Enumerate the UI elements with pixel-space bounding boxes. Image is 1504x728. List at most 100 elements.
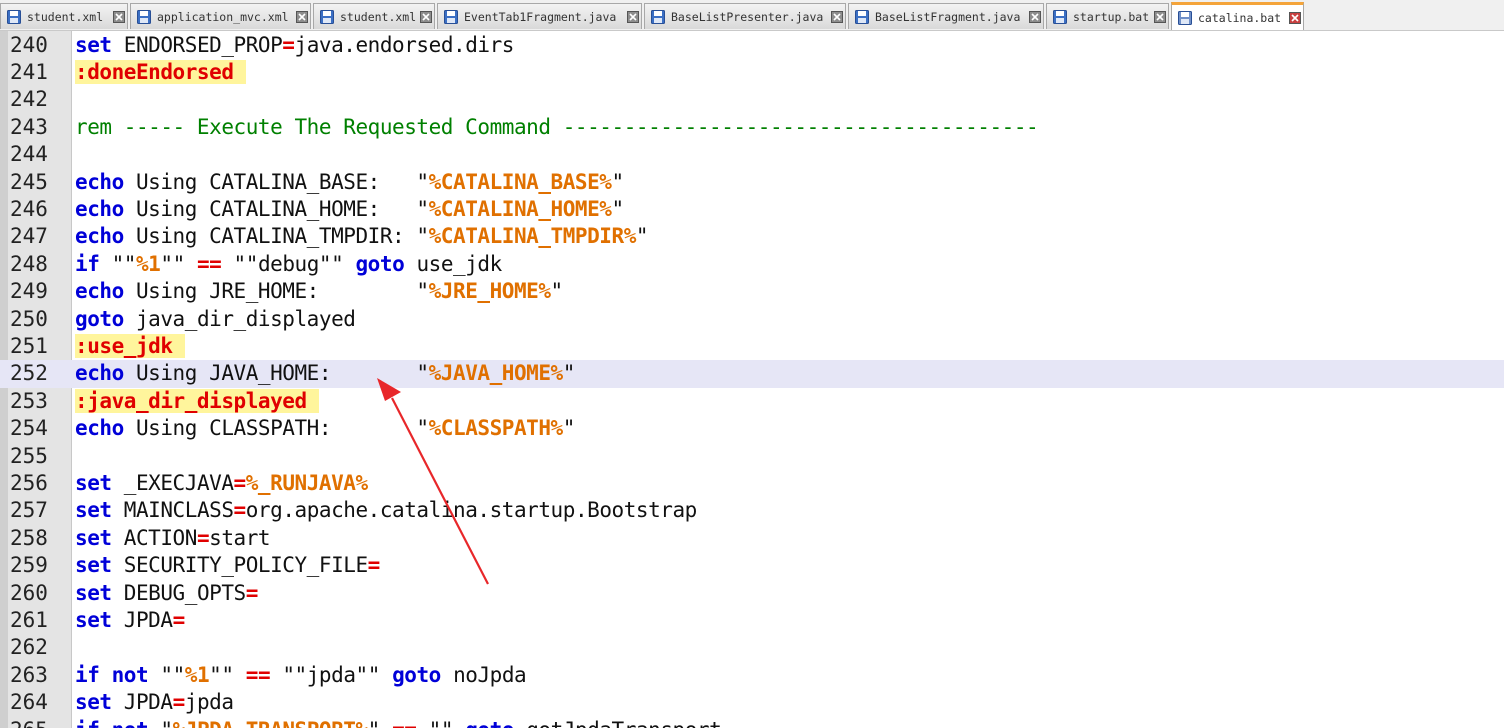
code-line[interactable]: 248 if ""%1"" == ""debug"" goto use_jdk — [0, 251, 1504, 278]
tab-baselistpresenter-java[interactable]: BaseListPresenter.java — [644, 3, 846, 29]
keyword-token: set — [75, 498, 112, 523]
tab-student-xml[interactable]: student.xml — [0, 3, 128, 29]
code-line[interactable]: 257 set MAINCLASS=org.apache.catalina.sta… — [0, 497, 1504, 524]
code-line[interactable]: 260 set DEBUG_OPTS= — [0, 580, 1504, 607]
code-line[interactable]: 247 echo Using CATALINA_TMPDIR: "%CATALIN… — [0, 223, 1504, 250]
text-token: noJpda — [440, 662, 527, 687]
code-line[interactable]: 243 rem ----- Execute The Requested Comma… — [0, 114, 1504, 141]
keyword-token: goto — [355, 251, 405, 276]
text-token: Using CLASSPATH: " — [123, 416, 429, 441]
keyword-token: echo — [75, 361, 124, 386]
code-text: :java_dir_displayed — [75, 388, 319, 415]
code-text: echo Using JAVA_HOME: "%JAVA_HOME%" — [75, 360, 575, 387]
text-token: "" — [160, 251, 197, 276]
code-text: :doneEndorsed — [75, 59, 246, 86]
code-line[interactable]: 258 set ACTION=start — [0, 525, 1504, 552]
floppy-disk-icon — [1178, 11, 1192, 25]
tab-eventtab1fragment-java[interactable]: EventTab1Fragment.java — [437, 3, 642, 29]
close-tab-icon[interactable] — [831, 10, 843, 23]
text-token: "" — [416, 718, 465, 728]
floppy-disk-icon — [1053, 9, 1067, 24]
text-token: Using CATALINA_BASE: " — [123, 169, 429, 194]
code-text: set DEBUG_OPTS= — [75, 580, 258, 607]
tab-student-xml[interactable]: student.xml — [313, 3, 435, 29]
line-number: 249 — [10, 279, 48, 304]
code-line[interactable]: 261 set JPDA= — [0, 607, 1504, 634]
code-line[interactable]: 240 set ENDORSED_PROP=java.endorsed.dirs — [0, 32, 1504, 59]
text-token: "" — [209, 662, 246, 687]
operator-token: = — [245, 580, 259, 605]
close-tab-icon[interactable] — [420, 10, 432, 23]
line-number: 263 — [10, 662, 48, 687]
floppy-disk-icon — [444, 9, 458, 24]
code-line[interactable]: 256 set _EXECJAVA=%_RUNJAVA% — [0, 470, 1504, 497]
code-text: echo Using CLASSPATH: "%CLASSPATH%" — [75, 415, 575, 442]
close-tab-icon[interactable] — [296, 10, 308, 23]
code-line[interactable]: 249 echo Using JRE_HOME: "%JRE_HOME%" — [0, 278, 1504, 305]
variable-token: %CATALINA_TMPDIR% — [428, 224, 637, 249]
keyword-token: set — [75, 607, 112, 632]
code-line[interactable]: 250 goto java_dir_displayed — [0, 306, 1504, 333]
keyword-token: not — [112, 718, 149, 728]
variable-token: %1 — [184, 662, 210, 687]
code-text: goto java_dir_displayed — [75, 306, 356, 333]
text-token: DEBUG_OPTS — [111, 580, 246, 605]
code-line[interactable]: 265 if not "%JPDA_TRANSPORT%" == "" goto … — [0, 717, 1504, 728]
code-text: if ""%1"" == ""debug"" goto use_jdk — [75, 251, 502, 278]
text-token: Using JAVA_HOME: " — [123, 361, 429, 386]
keyword-token: if — [75, 662, 100, 687]
code-line[interactable]: 251:use_jdk — [0, 333, 1504, 360]
operator-token: = — [233, 498, 247, 523]
floppy-disk-icon — [137, 9, 151, 24]
text-token: "" — [99, 251, 137, 276]
code-text: echo Using CATALINA_BASE: "%CATALINA_BAS… — [75, 169, 624, 196]
close-tab-icon[interactable] — [627, 10, 639, 23]
code-line[interactable]: 264 set JPDA=jpda — [0, 689, 1504, 716]
line-number: 253 — [10, 388, 48, 413]
code-line[interactable]: 246 echo Using CATALINA_HOME: "%CATALINA_… — [0, 196, 1504, 223]
line-number: 264 — [10, 690, 48, 715]
code-text: if not "%JPDA_TRANSPORT%" == "" goto got… — [75, 717, 722, 728]
close-tab-icon[interactable] — [113, 10, 125, 23]
tab-catalina-bat[interactable]: catalina.bat — [1171, 2, 1304, 30]
code-line[interactable]: 242 — [0, 86, 1504, 113]
close-tab-icon[interactable] — [1154, 10, 1166, 23]
text-token: gotJpdaTransport — [514, 718, 722, 728]
line-number: 244 — [10, 142, 48, 167]
close-tab-icon[interactable] — [1289, 12, 1301, 24]
code-line[interactable]: 259 set SECURITY_POLICY_FILE= — [0, 552, 1504, 579]
keyword-token: if — [75, 251, 100, 276]
line-number: 247 — [10, 224, 48, 249]
code-text: echo Using CATALINA_TMPDIR: "%CATALINA_T… — [75, 223, 649, 250]
tab-startup-bat[interactable]: startup.bat — [1046, 3, 1169, 29]
line-number: 257 — [10, 498, 48, 523]
keyword-token: set — [75, 32, 112, 57]
code-line[interactable]: 241:doneEndorsed — [0, 59, 1504, 86]
code-editor[interactable]: 240 set ENDORSED_PROP=java.endorsed.dirs 2… — [0, 31, 1504, 728]
code-line[interactable]: 244 — [0, 141, 1504, 168]
close-tab-icon[interactable] — [1029, 10, 1041, 23]
text-token: ACTION — [111, 525, 198, 550]
code-line[interactable]: 253 :java_dir_displayed — [0, 388, 1504, 415]
comment-token: rem ----- Execute The Requested Command … — [75, 114, 1039, 139]
operator-token: == — [196, 251, 222, 276]
line-number: 260 — [10, 580, 48, 605]
current-code-line[interactable]: 252 echo Using JAVA_HOME: "%JAVA_HOME%" — [0, 360, 1504, 388]
keyword-token: echo — [75, 224, 124, 249]
code-line[interactable]: 263 if not ""%1"" == ""jpda"" goto noJpda — [0, 662, 1504, 689]
label-token: :doneEndorsed — [75, 59, 246, 84]
text-token: " — [550, 279, 564, 304]
text-token: SECURITY_POLICY_FILE — [111, 553, 368, 578]
keyword-token: set — [75, 525, 112, 550]
tab-application-mvc-xml[interactable]: application_mvc.xml — [130, 3, 311, 29]
code-line[interactable]: 254 echo Using CLASSPATH: "%CLASSPATH%" — [0, 415, 1504, 442]
variable-token: %JPDA_TRANSPORT% — [173, 718, 369, 728]
code-line[interactable]: 255 — [0, 443, 1504, 470]
code-line[interactable]: 262 — [0, 634, 1504, 661]
keyword-token: echo — [75, 169, 124, 194]
line-number: 258 — [10, 525, 48, 550]
tab-baselistfragment-java[interactable]: BaseListFragment.java — [848, 3, 1044, 29]
code-line[interactable]: 245 echo Using CATALINA_BASE: "%CATALINA_… — [0, 169, 1504, 196]
